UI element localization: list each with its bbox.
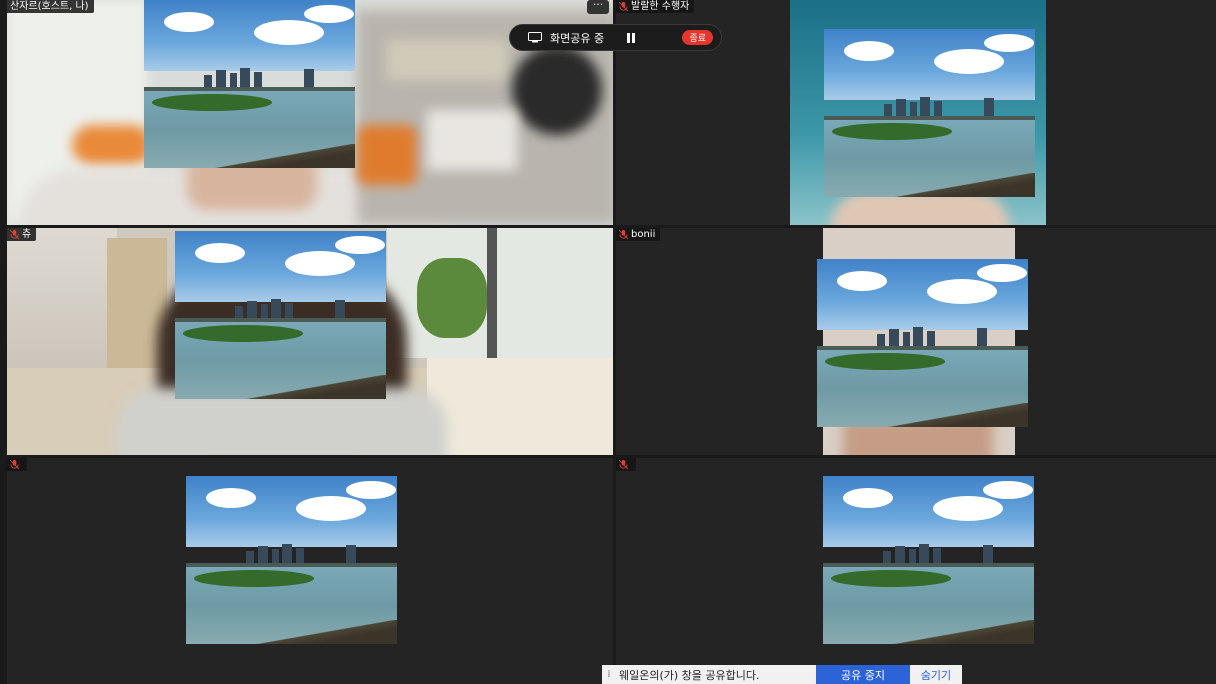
stop-sharing-button[interactable]: 공유 중지 <box>816 665 910 684</box>
shared-screen-thumbnail <box>186 476 397 644</box>
end-share-button[interactable]: 종료 <box>682 30 713 45</box>
drag-handle-icon[interactable]: ⁞ <box>602 669 616 680</box>
participant-name: 산자르(호스트, 나) <box>10 1 89 12</box>
participant-name-tag <box>7 458 27 471</box>
participant-name-tag <box>616 458 636 471</box>
muted-mic-icon <box>619 229 628 239</box>
share-notification-bar: ⁞ 웨일온의(가) 창을 공유합니다. 공유 중지 숨기기 <box>602 665 962 684</box>
shared-screen-thumbnail <box>817 259 1028 427</box>
hide-button[interactable]: 숨기기 <box>910 667 962 683</box>
shared-screen-thumbnail <box>824 29 1035 197</box>
share-message: 웨일온의(가) 창을 공유합니다. <box>619 668 760 682</box>
muted-mic-icon <box>619 459 628 469</box>
screen-share-icon <box>528 32 542 43</box>
participant-name: 츄 <box>22 229 32 240</box>
video-tile-participant-4[interactable]: bonii <box>616 228 1216 455</box>
video-tile-participant-3[interactable]: 츄 <box>7 228 613 455</box>
participant-name-tag: bonii <box>616 228 661 241</box>
shared-screen-thumbnail <box>144 0 355 168</box>
participant-name-tag: 츄 <box>7 228 37 241</box>
shared-screen-thumbnail <box>175 231 386 399</box>
participant-name-tag: 산자르(호스트, 나) <box>7 0 94 13</box>
pause-share-button[interactable] <box>612 32 636 43</box>
screen-share-toolbar: 화면공유 중 종료 <box>509 24 722 51</box>
participant-name: bonii <box>631 229 656 240</box>
pause-icon <box>627 32 636 43</box>
participant-name-tag: 발랄한 수행자 <box>616 0 695 13</box>
participant-name: 발랄한 수행자 <box>631 1 690 12</box>
muted-mic-icon <box>10 229 19 239</box>
video-tile-participant-5[interactable] <box>7 458 613 684</box>
muted-mic-icon <box>10 459 19 469</box>
muted-mic-icon <box>619 1 628 11</box>
more-options-button[interactable]: ··· <box>587 0 609 14</box>
shared-screen-thumbnail <box>823 476 1034 644</box>
video-tile-participant-6[interactable] <box>616 458 1216 684</box>
screen-share-status: 화면공유 중 <box>550 31 605 45</box>
